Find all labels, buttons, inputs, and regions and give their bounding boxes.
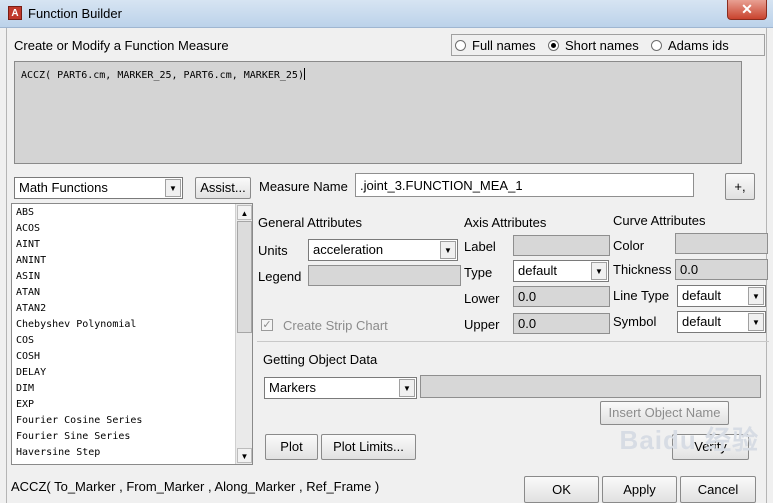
- list-item[interactable]: ABS: [12, 205, 236, 221]
- check-icon: ✓: [262, 319, 272, 331]
- list-item[interactable]: DIM: [12, 381, 236, 397]
- list-item[interactable]: Fourier Cosine Series: [12, 413, 236, 429]
- cancel-button[interactable]: Cancel: [680, 476, 756, 503]
- axis-upper-label: Upper: [464, 317, 500, 332]
- measure-name-input[interactable]: .joint_3.FUNCTION_MEA_1: [355, 173, 694, 197]
- radio-full-names[interactable]: Full names: [455, 38, 536, 53]
- list-item[interactable]: ANINT: [12, 253, 236, 269]
- object-data-heading: Getting Object Data: [263, 352, 378, 367]
- units-select[interactable]: acceleration ▼: [308, 239, 458, 261]
- list-item[interactable]: ASIN: [12, 269, 236, 285]
- axis-upper-input[interactable]: 0.0: [513, 313, 610, 334]
- list-item[interactable]: Fourier Sine Series: [12, 429, 236, 445]
- units-label: Units: [258, 243, 288, 258]
- axis-lower-label: Lower: [464, 291, 500, 306]
- close-button[interactable]: ✕: [727, 0, 767, 20]
- object-name-input[interactable]: [420, 375, 761, 398]
- chevron-down-icon[interactable]: ▼: [748, 313, 764, 331]
- list-item[interactable]: DELAY: [12, 365, 236, 381]
- object-type-value: Markers: [269, 380, 316, 395]
- list-item[interactable]: COS: [12, 333, 236, 349]
- chevron-down-icon[interactable]: ▼: [748, 287, 764, 305]
- axis-label-input[interactable]: [513, 235, 610, 256]
- radio-short-names-label: Short names: [565, 38, 639, 53]
- curve-symbol-label: Symbol: [613, 314, 657, 329]
- list-item[interactable]: ATAN2: [12, 301, 236, 317]
- curve-line-type-label: Line Type: [613, 288, 670, 303]
- verify-button[interactable]: Verify: [672, 434, 749, 460]
- insert-object-name-button[interactable]: Insert Object Name: [600, 401, 729, 425]
- radio-adams-ids-label: Adams ids: [668, 38, 729, 53]
- list-item[interactable]: EXP: [12, 397, 236, 413]
- title-bar[interactable]: A Function Builder ✕: [0, 0, 773, 28]
- expression-text: ACCZ( PART6.cm, MARKER_25, PART6.cm, MAR…: [21, 70, 304, 81]
- curve-attributes-heading: Curve Attributes: [613, 213, 706, 228]
- curve-symbol-value: default: [682, 314, 722, 329]
- curve-symbol-select[interactable]: default ▼: [677, 311, 766, 333]
- curve-color-label: Color: [613, 238, 645, 253]
- scroll-up-icon[interactable]: ▲: [237, 205, 252, 220]
- curve-thickness-label: Thickness: [613, 262, 672, 277]
- chevron-down-icon[interactable]: ▼: [591, 262, 607, 280]
- list-item[interactable]: COSH: [12, 349, 236, 365]
- create-strip-chart-checkbox[interactable]: ✓: [261, 319, 273, 331]
- assist-button[interactable]: Assist...: [195, 177, 251, 199]
- radio-full-names-dot: [455, 40, 466, 51]
- radio-adams-ids[interactable]: Adams ids: [651, 38, 729, 53]
- radio-full-names-label: Full names: [472, 38, 536, 53]
- scroll-down-icon[interactable]: ▼: [237, 448, 252, 463]
- curve-line-type-select[interactable]: default ▼: [677, 285, 766, 307]
- ok-button[interactable]: OK: [524, 476, 599, 503]
- function-list-items: ABS ACOS AINT ANINT ASIN ATAN ATAN2 Chebyshev P…: [12, 205, 236, 461]
- section-divider: [257, 341, 769, 342]
- list-item[interactable]: AINT: [12, 237, 236, 253]
- radio-short-names-dot: [548, 40, 559, 51]
- axis-type-label: Type: [464, 265, 493, 280]
- window-title: Function Builder: [28, 6, 122, 21]
- legend-label: Legend: [258, 269, 302, 284]
- axis-type-value: default: [518, 263, 558, 278]
- measure-name-label: Measure Name: [259, 179, 348, 194]
- object-type-select[interactable]: Markers ▼: [264, 377, 417, 399]
- expression-editor[interactable]: ACCZ( PART6.cm, MARKER_25, PART6.cm, MAR…: [14, 61, 742, 164]
- name-mode-radio-group: Full names Short names Adams ids: [451, 34, 765, 56]
- plot-button[interactable]: Plot: [265, 434, 318, 460]
- create-strip-chart-label: Create Strip Chart: [283, 318, 388, 333]
- axis-type-select[interactable]: default ▼: [513, 260, 609, 282]
- list-item[interactable]: ATAN: [12, 285, 236, 301]
- function-signature: ACCZ( To_Marker , From_Marker , Along_Ma…: [11, 479, 380, 494]
- chevron-down-icon[interactable]: ▼: [440, 241, 456, 259]
- axis-attributes-heading: Axis Attributes: [464, 215, 547, 230]
- axis-label-label: Label: [464, 239, 496, 254]
- plot-limits-button[interactable]: Plot Limits...: [321, 434, 416, 460]
- radio-adams-ids-dot: [651, 40, 662, 51]
- chevron-down-icon[interactable]: ▼: [399, 379, 415, 397]
- list-item[interactable]: Haversine Step: [12, 445, 236, 461]
- legend-input[interactable]: [308, 265, 461, 286]
- curve-line-type-value: default: [682, 288, 722, 303]
- general-attributes-heading: General Attributes: [258, 215, 363, 230]
- app-icon: A: [8, 6, 22, 20]
- axis-lower-input[interactable]: 0.0: [513, 286, 610, 307]
- curve-color-input[interactable]: [675, 233, 768, 254]
- radio-short-names[interactable]: Short names: [548, 38, 639, 53]
- chevron-down-icon[interactable]: ▼: [165, 179, 181, 197]
- units-value: acceleration: [313, 242, 384, 257]
- measure-options-button[interactable]: +,: [725, 173, 755, 200]
- text-cursor: [303, 68, 305, 80]
- curve-thickness-input[interactable]: 0.0: [675, 259, 768, 280]
- page-title: Create or Modify a Function Measure: [14, 38, 229, 53]
- function-category-select[interactable]: Math Functions ▼: [14, 177, 183, 199]
- function-list[interactable]: ABS ACOS AINT ANINT ASIN ATAN ATAN2 Chebyshev P…: [11, 203, 253, 465]
- apply-button[interactable]: Apply: [602, 476, 677, 503]
- list-item[interactable]: ACOS: [12, 221, 236, 237]
- scroll-thumb[interactable]: [237, 221, 252, 333]
- function-category-value: Math Functions: [19, 180, 108, 195]
- list-item[interactable]: Chebyshev Polynomial: [12, 317, 236, 333]
- function-list-scrollbar[interactable]: ▲ ▼: [235, 204, 252, 464]
